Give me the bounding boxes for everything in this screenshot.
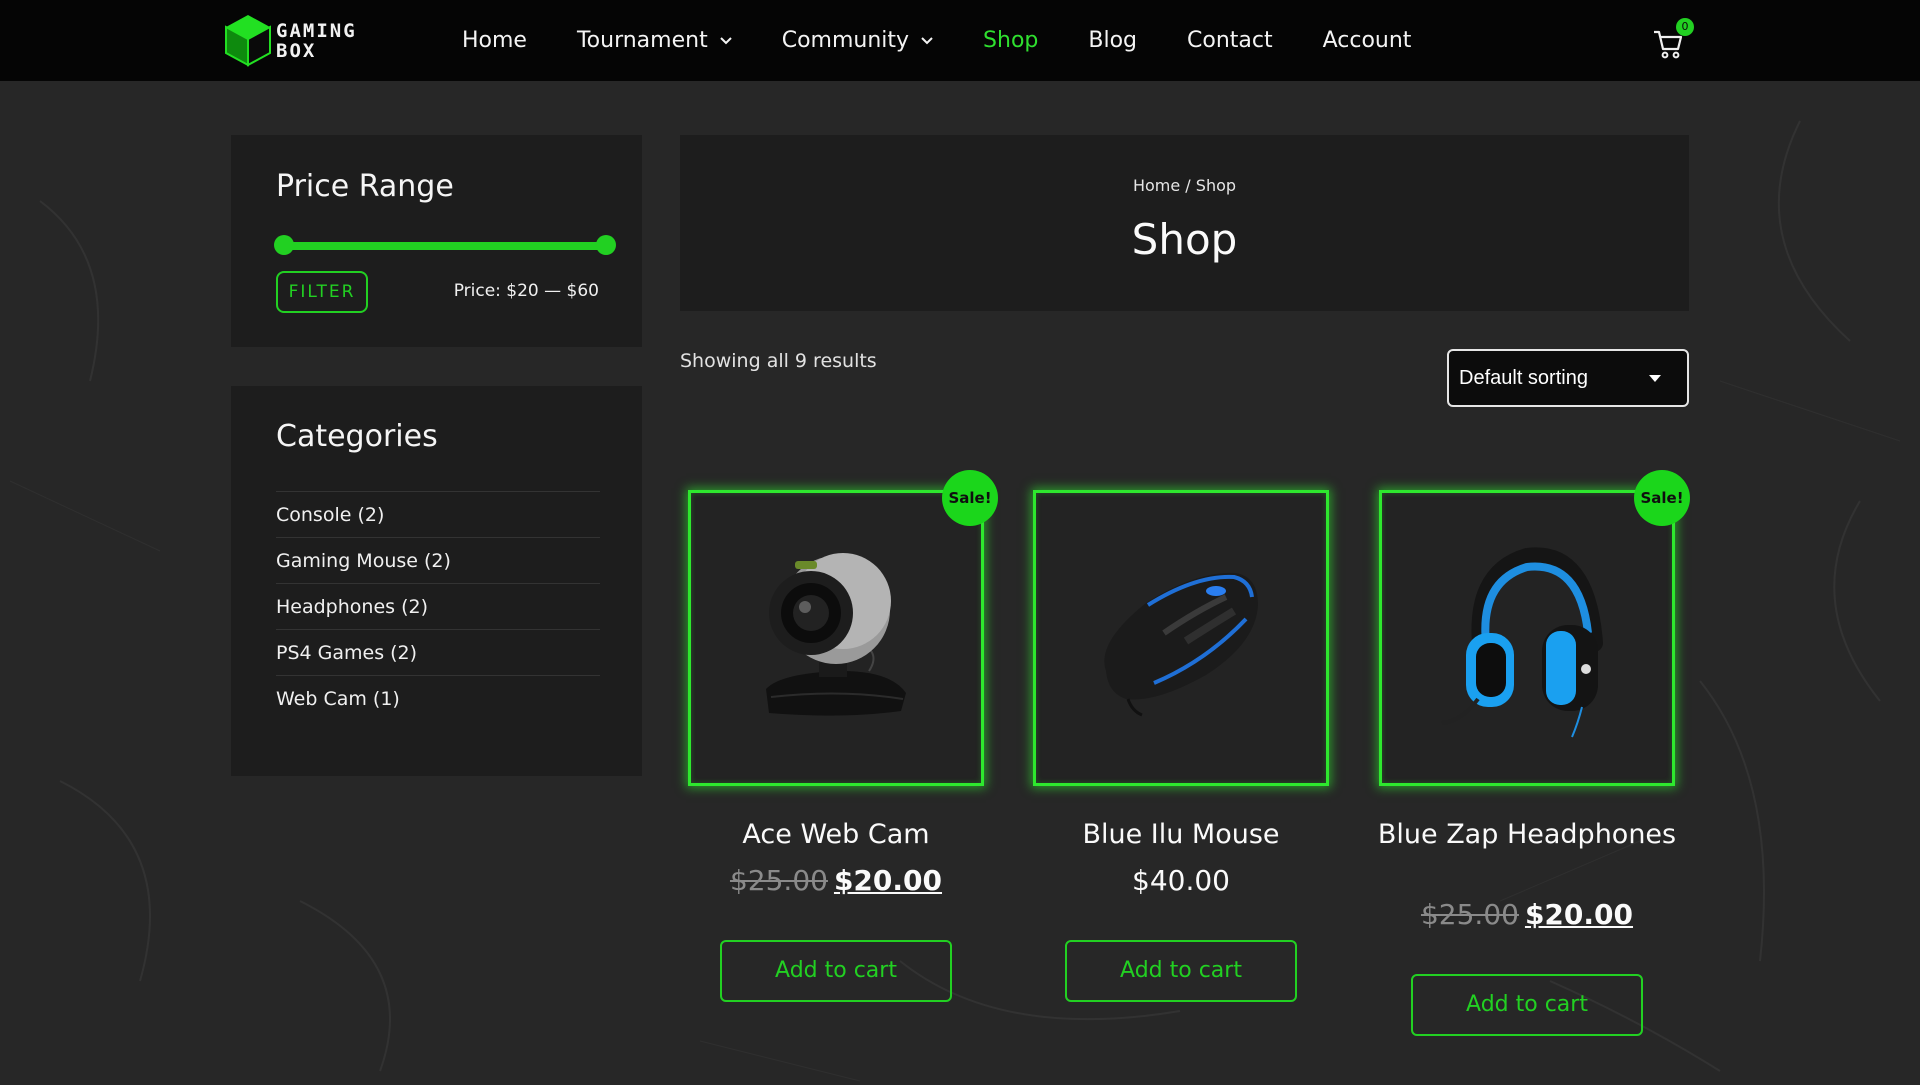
product-title[interactable]: Blue Ilu Mouse: [1013, 818, 1349, 851]
nav-home[interactable]: Home: [462, 28, 527, 53]
product-price: $25.00 $20.00: [688, 864, 984, 897]
sale-price: $20.00: [833, 864, 943, 897]
add-to-cart-button[interactable]: Add to cart: [1065, 940, 1297, 1002]
webcam-icon: [766, 553, 906, 716]
price-range-label: Price: $20 — $60: [453, 281, 599, 301]
price-slider-min-handle[interactable]: [274, 235, 294, 255]
top-navbar: GAMING BOX Home Tournament Community Sho…: [0, 0, 1920, 81]
regular-price: $40.00: [1132, 864, 1230, 897]
nav-contact[interactable]: Contact: [1187, 28, 1273, 53]
nav-tournament[interactable]: Tournament: [577, 28, 732, 53]
nav-community[interactable]: Community: [782, 28, 933, 53]
filter-button[interactable]: FILTER: [276, 271, 368, 313]
breadcrumb-current: Shop: [1195, 176, 1237, 195]
sale-badge: Sale!: [942, 470, 998, 526]
price-slider-max-handle[interactable]: [596, 235, 616, 255]
product-price: $25.00 $20.00: [1379, 898, 1675, 931]
breadcrumb: Home / Shop: [680, 176, 1689, 195]
category-item[interactable]: Headphones (2): [276, 583, 600, 629]
chevron-down-icon: [921, 36, 933, 44]
product-price: $40.00: [1033, 864, 1329, 897]
breadcrumb-separator: /: [1180, 176, 1196, 195]
nav-shop[interactable]: Shop: [983, 28, 1038, 53]
categories-title: Categories: [276, 419, 438, 454]
shop-page-header: Home / Shop Shop: [680, 135, 1689, 311]
categories-widget: Categories Console (2) Gaming Mouse (2) …: [231, 386, 642, 776]
caret-down-icon: [1649, 375, 1661, 382]
brand-name: GAMING BOX: [276, 20, 357, 62]
product-image-link[interactable]: [1379, 490, 1675, 786]
brand-logo[interactable]: GAMING BOX: [224, 13, 374, 67]
main-nav: Home Tournament Community Shop Blog Cont…: [462, 0, 1461, 81]
original-price: $25.00: [1420, 898, 1519, 931]
product-image-link[interactable]: [688, 490, 984, 786]
product-image-link[interactable]: [1033, 490, 1329, 786]
category-item[interactable]: Web Cam (1): [276, 675, 600, 721]
add-to-cart-button[interactable]: Add to cart: [1411, 974, 1643, 1036]
cart-button[interactable]: 0: [1652, 18, 1694, 62]
category-item[interactable]: Console (2): [276, 491, 600, 537]
product-title[interactable]: Blue Zap Headphones: [1359, 818, 1695, 851]
headphones-icon: [1441, 547, 1603, 738]
nav-blog[interactable]: Blog: [1088, 28, 1137, 53]
category-list: Console (2) Gaming Mouse (2) Headphones …: [276, 491, 600, 721]
original-price: $25.00: [729, 864, 828, 897]
category-item[interactable]: PS4 Games (2): [276, 629, 600, 675]
page-title: Shop: [1131, 215, 1238, 264]
breadcrumb-home-link[interactable]: Home: [1133, 176, 1180, 195]
price-slider-track[interactable]: [284, 242, 606, 250]
add-to-cart-button[interactable]: Add to cart: [720, 940, 952, 1002]
price-range-title: Price Range: [276, 169, 454, 204]
product-title[interactable]: Ace Web Cam: [668, 818, 1004, 851]
sale-badge: Sale!: [1634, 470, 1690, 526]
price-range-widget: Price Range FILTER Price: $20 — $60: [231, 135, 642, 347]
sale-price: $20.00: [1524, 898, 1634, 931]
cart-count-badge: 0: [1676, 18, 1694, 36]
nav-account[interactable]: Account: [1323, 28, 1412, 53]
category-item[interactable]: Gaming Mouse (2): [276, 537, 600, 583]
mouse-icon: [1104, 572, 1258, 717]
sort-select[interactable]: Default sorting: [1447, 349, 1689, 407]
chevron-down-icon: [719, 36, 732, 44]
sort-selected-value: Default sorting: [1459, 367, 1588, 389]
results-count: Showing all 9 results: [680, 350, 877, 372]
cube-logo-icon: [225, 15, 271, 67]
